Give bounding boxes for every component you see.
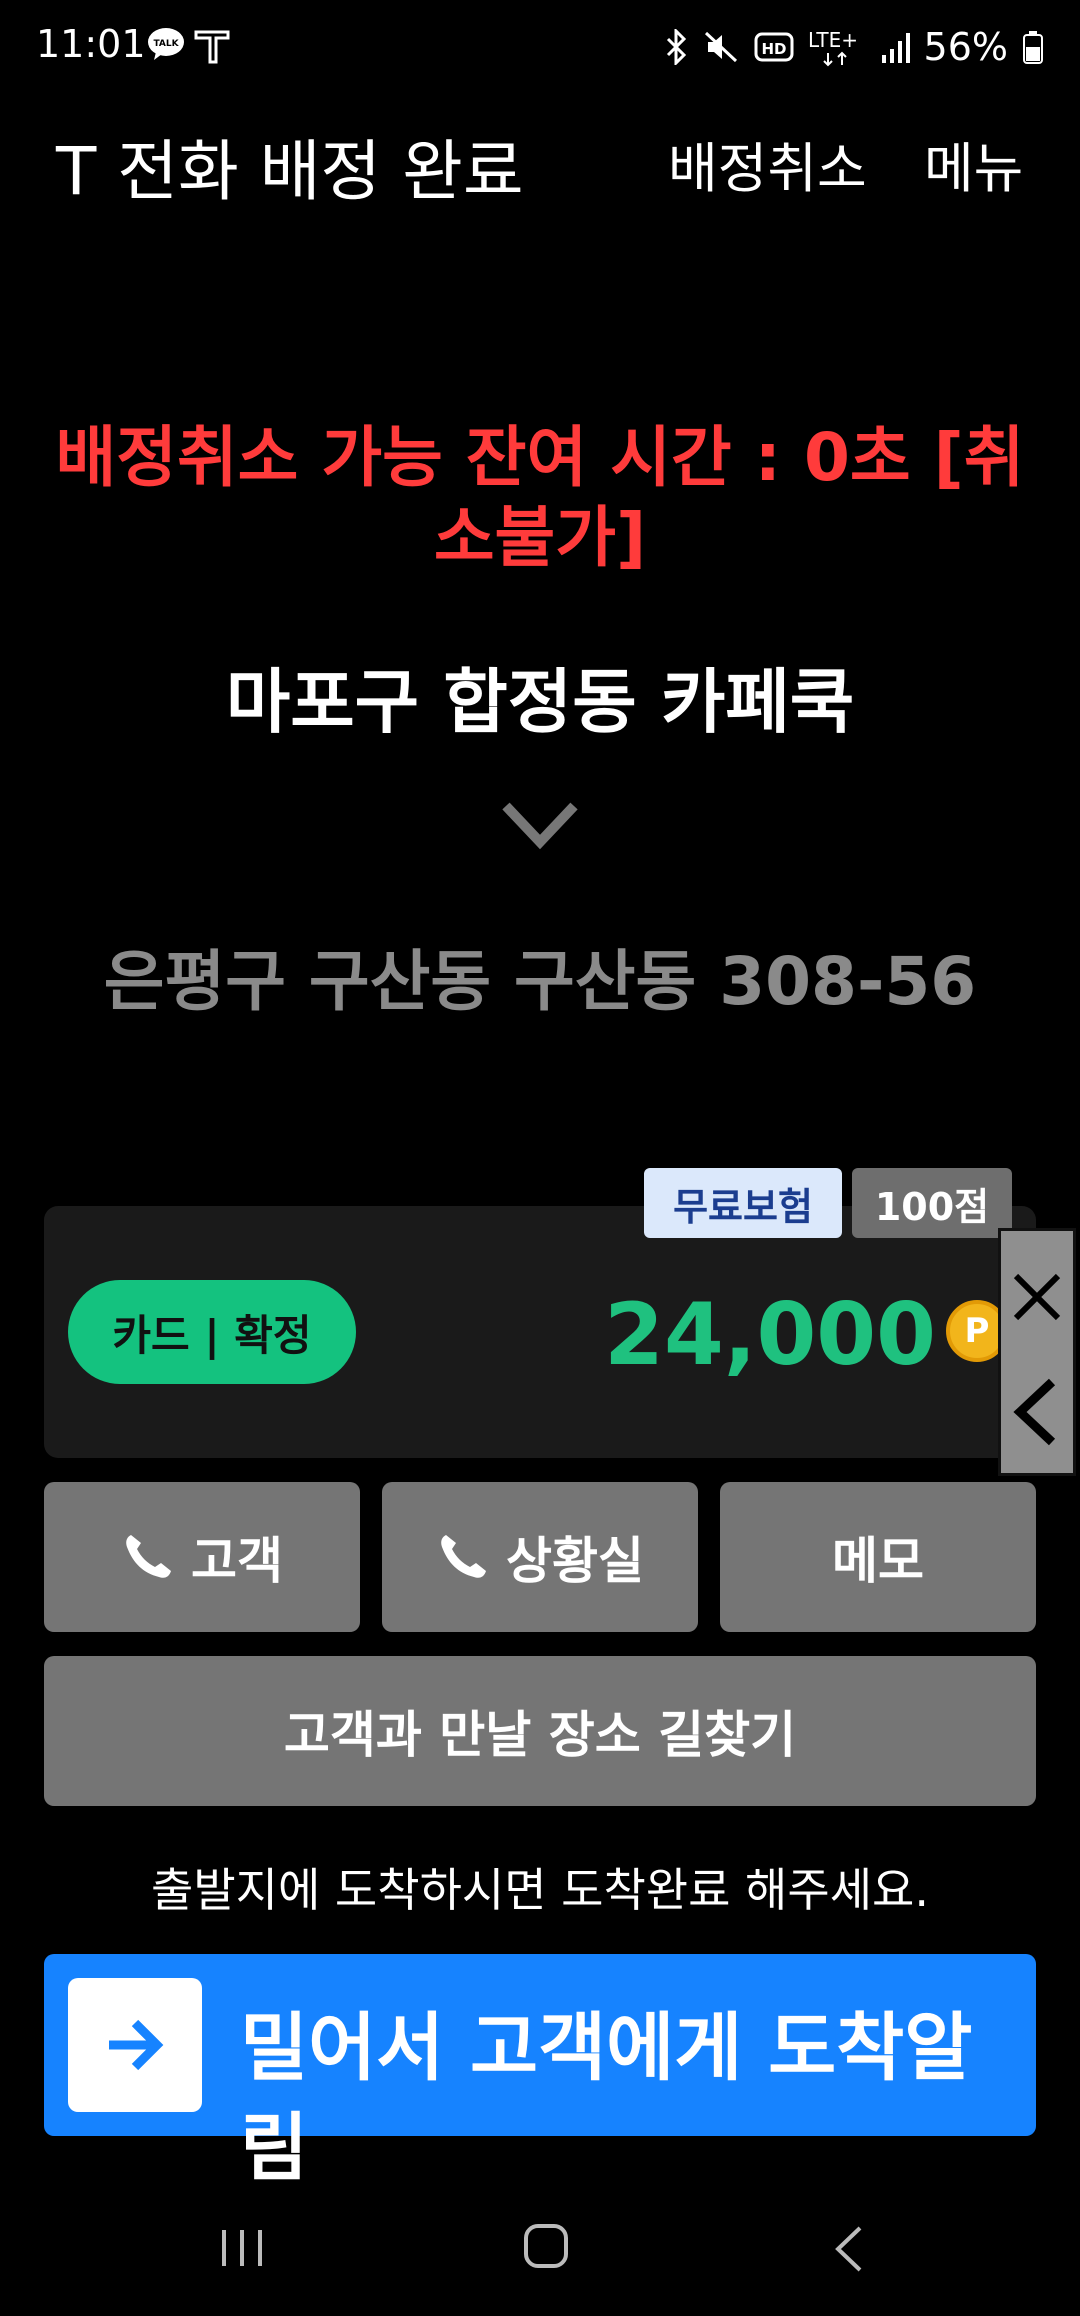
svg-text:TALK: TALK (153, 39, 179, 49)
phone-icon (126, 1535, 171, 1578)
back-icon[interactable] (832, 2224, 866, 2274)
call-assigned-screen: 11:01 TALK HD LTE+ 56% T 전화 배정 완료 배정취소 메… (0, 0, 1080, 2316)
call-control-room-button[interactable]: 상황실 (382, 1482, 698, 1632)
page-title: T 전화 배정 완료 (56, 133, 524, 210)
chevron-left-icon[interactable] (1002, 1372, 1072, 1452)
recent-apps-icon[interactable] (218, 2226, 266, 2270)
hd-icon: HD (754, 32, 794, 62)
chevron-down-icon (502, 802, 578, 850)
menu-button[interactable]: 메뉴 (924, 124, 1023, 203)
destination-address: 은평구 구산동 구산동 308-56 (103, 943, 977, 1020)
call-customer-button[interactable]: 고객 (44, 1482, 360, 1632)
kakaotalk-icon: TALK (148, 28, 184, 60)
slide-handle[interactable] (68, 1978, 202, 2112)
svg-text:HD: HD (761, 40, 786, 58)
origin-address: 마포구 합정동 카페쿡 (225, 661, 855, 743)
fare-amount: 24,000 (604, 1285, 936, 1385)
insurance-badge: 무료보험 (644, 1168, 842, 1238)
home-icon[interactable] (522, 2222, 570, 2270)
lte-icon: LTE+ (808, 28, 858, 67)
arrow-right-icon (109, 2019, 164, 2071)
phone-icon (441, 1535, 486, 1578)
mute-icon (704, 31, 737, 63)
cancel-assignment-button[interactable]: 배정취소 (668, 124, 867, 203)
payment-type-badge: 카드 | 확정 (68, 1280, 356, 1384)
navigate-to-pickup-button[interactable]: 고객과 만날 장소 길찾기 (44, 1656, 1036, 1806)
memo-label: 메모 (832, 1532, 924, 1590)
slide-to-notify-label: 밀어서 고객에게 도착알림 (240, 2005, 973, 2191)
call-customer-label: 고객 (191, 1532, 283, 1590)
status-time: 11:01 (36, 22, 146, 66)
svg-text:LTE+: LTE+ (808, 28, 858, 52)
battery-icon (1023, 31, 1043, 64)
battery-percent: 56% (923, 25, 1008, 69)
call-control-room-label: 상황실 (506, 1532, 644, 1590)
status-bar: 11:01 TALK HD LTE+ 56% (0, 0, 1080, 96)
memo-button[interactable]: 메모 (720, 1482, 1036, 1632)
cancel-timer-text: 배정취소 가능 잔여 시간 : 0초 [취소불가] (55, 419, 1025, 576)
arrival-hint-text: 출발지에 도착하시면 도착완료 해주세요. (151, 1863, 929, 1917)
bluetooth-icon (666, 29, 686, 65)
status-icons: HD LTE+ 56% (664, 22, 1044, 72)
navigate-label: 고객과 만날 장소 길찾기 (283, 1706, 797, 1764)
points-badge: 100점 (852, 1168, 1012, 1238)
close-icon[interactable] (1002, 1262, 1072, 1332)
t-app-icon (194, 30, 230, 64)
signal-icon (881, 33, 910, 63)
